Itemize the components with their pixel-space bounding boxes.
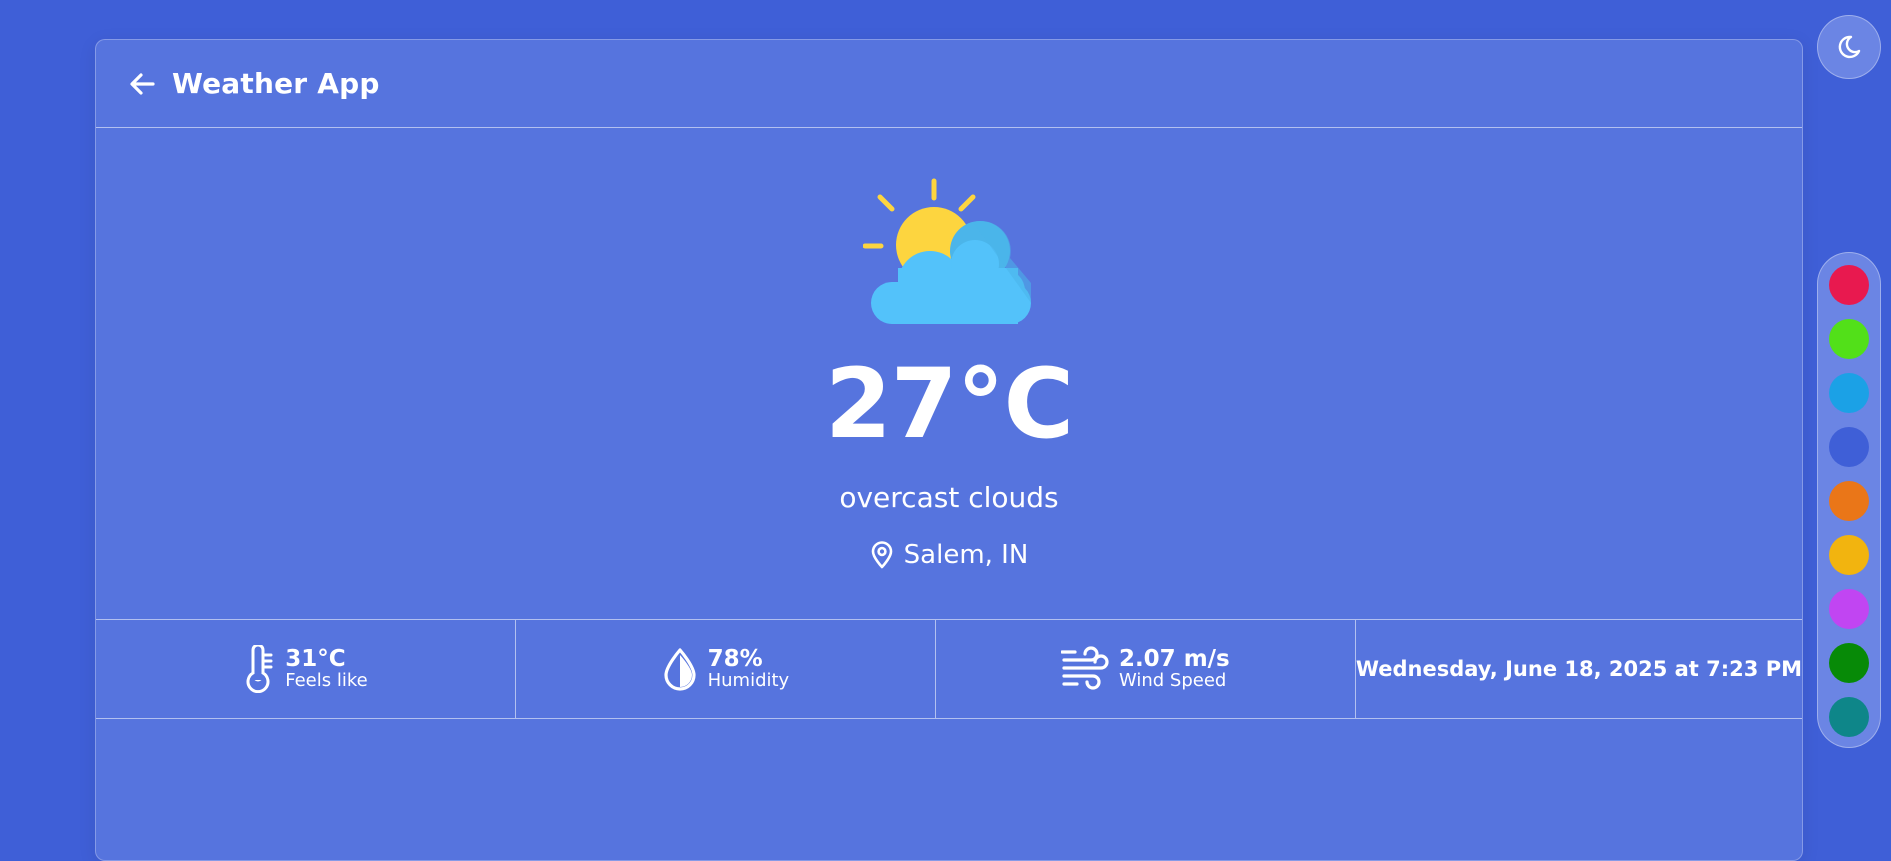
color-swatch[interactable] [1829, 319, 1869, 359]
color-swatch[interactable] [1829, 697, 1869, 737]
color-swatch[interactable] [1829, 427, 1869, 467]
color-swatch[interactable] [1829, 373, 1869, 413]
wind-label: Wind Speed [1118, 669, 1227, 691]
droplet-icon [663, 648, 696, 691]
weather-condition: overcast clouds [839, 481, 1059, 514]
feels-like-stat: 31°C Feels like [96, 620, 516, 718]
back-button[interactable] [128, 70, 156, 98]
color-swatch[interactable] [1829, 481, 1869, 521]
humidity-stat: 78% Humidity [516, 620, 936, 718]
app-title: Weather App [172, 67, 380, 100]
color-swatch[interactable] [1829, 589, 1869, 629]
color-swatch[interactable] [1829, 535, 1869, 575]
datetime-stat: Wednesday, June 18, 2025 at 7:23 PM [1356, 620, 1802, 718]
temperature: 27°C [824, 348, 1074, 460]
theme-toggle-button[interactable] [1817, 15, 1881, 79]
color-swatch[interactable] [1829, 265, 1869, 305]
moon-icon [1838, 35, 1861, 59]
weather-card: Weather App 27°C overcast clouds Salem, … [95, 39, 1803, 861]
humidity-label: Humidity [707, 669, 790, 691]
wind-stat: 2.07 m/s Wind Speed [936, 620, 1356, 718]
partly-cloudy-icon [863, 178, 1031, 324]
datetime: Wednesday, June 18, 2025 at 7:23 PM [1355, 657, 1802, 681]
location-label: Salem, IN [903, 540, 1029, 570]
color-palette [1817, 252, 1881, 748]
header: Weather App [96, 40, 1802, 128]
color-swatch[interactable] [1829, 643, 1869, 683]
wind-value: 2.07 m/s [1118, 646, 1230, 673]
thermometer-icon [246, 645, 273, 693]
weather-stats: 31°C Feels like 78% Humidity 2.07 m/s Wi… [96, 619, 1802, 719]
map-pin-icon [871, 541, 892, 569]
humidity-value: 78% [707, 646, 763, 673]
arrow-left-icon [130, 72, 155, 95]
feels-like-value: 31°C [285, 646, 346, 673]
location: Salem, IN [96, 540, 1802, 570]
wind-icon [1060, 646, 1109, 690]
current-weather: 27°C overcast clouds Salem, IN [96, 128, 1802, 619]
feels-like-label: Feels like [285, 669, 368, 691]
